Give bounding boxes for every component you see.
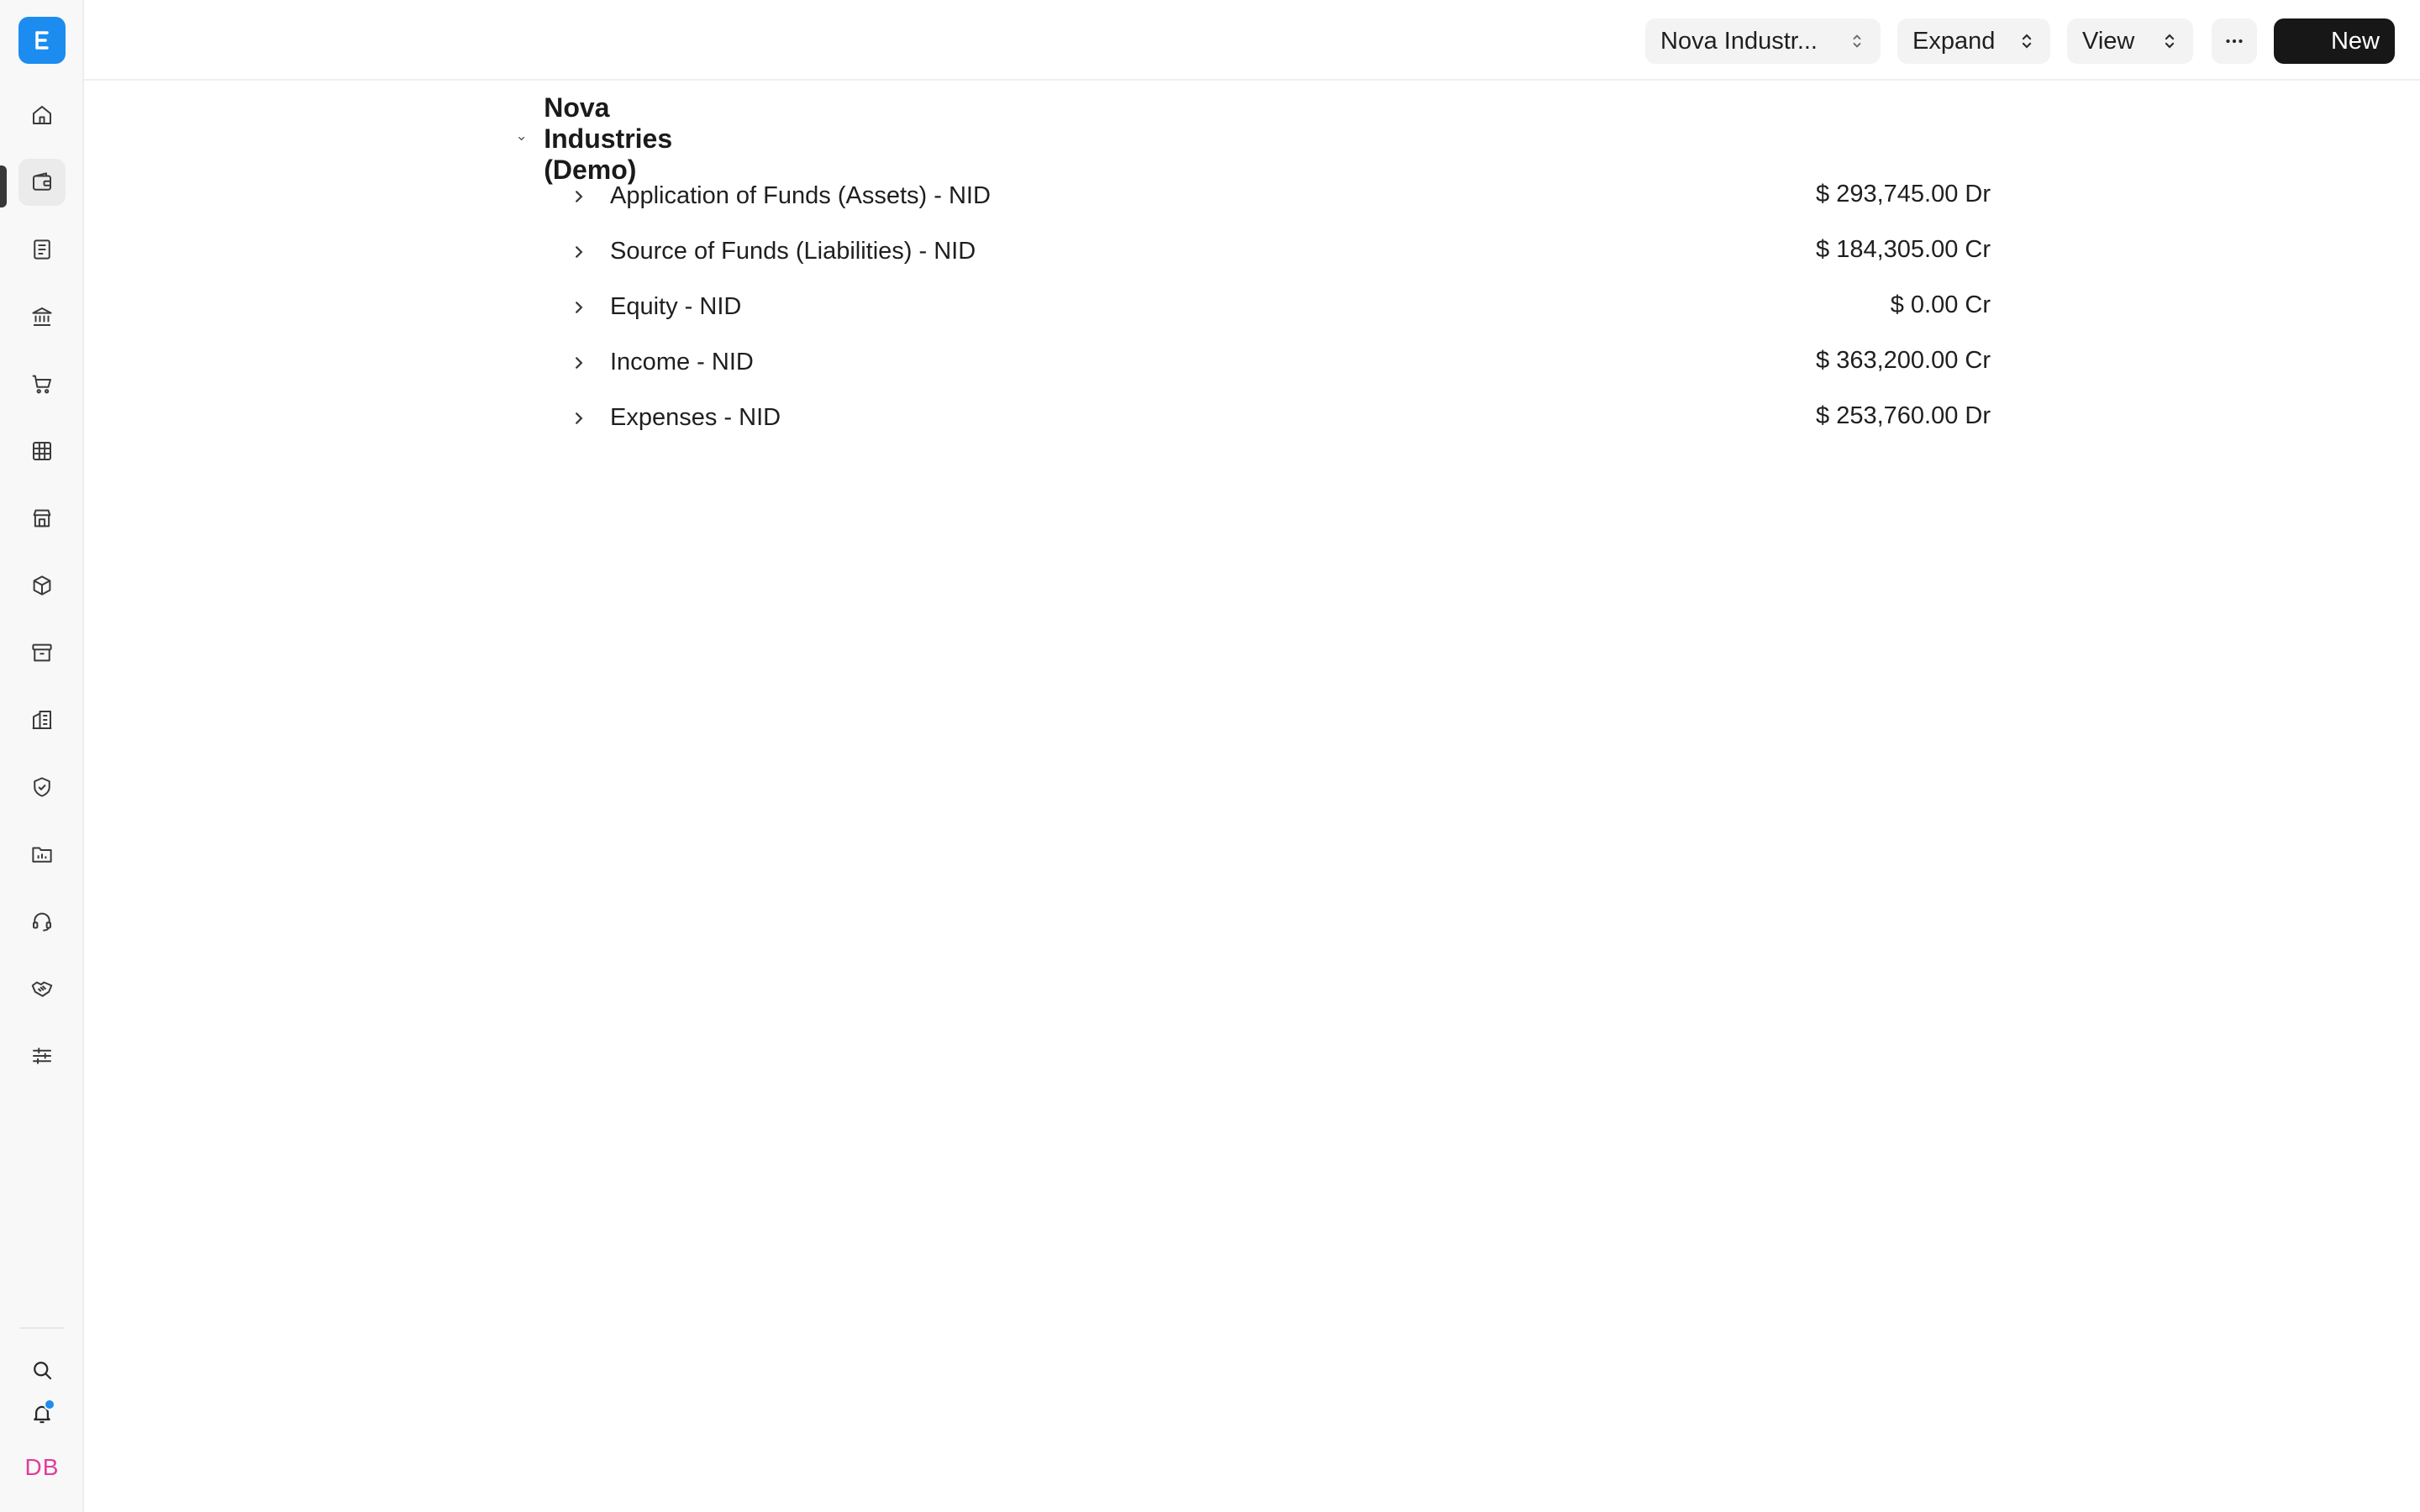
sidebar-item-projects[interactable] [18,831,66,878]
wallet-icon [33,172,51,191]
chevron-right-icon[interactable] [565,238,593,266]
sidebar-item-assets[interactable] [18,629,66,676]
view-button[interactable]: View [2067,18,2193,64]
document-icon [34,239,50,260]
account-name[interactable]: Income - NID [610,349,754,376]
sidebar: DB [0,0,84,1512]
store-icon [33,509,51,528]
headset-icon [33,912,51,932]
ellipsis-icon [2226,39,2243,44]
home-icon [33,106,51,124]
avatar[interactable]: DB [18,1446,66,1488]
handshake-icon [31,981,53,997]
bank-icon [32,307,52,326]
erpnext-logo-icon[interactable] [18,17,66,64]
shield-check-icon [34,777,50,797]
account-name[interactable]: Source of Funds (Liabilities) - NID [610,238,976,265]
company-select-value: Nova Industr... [1660,27,1818,55]
account-balance: $ 184,305.00 Cr [1816,236,1991,263]
account-balance: $ 253,760.00 Dr [1816,402,1991,429]
sidebar-item-selling[interactable] [18,495,66,542]
tree-row-equity[interactable]: Equity - NID $ 0.00 Cr [565,286,1993,328]
account-name[interactable]: Application of Funds (Assets) - NID [610,182,991,210]
sliders-icon [33,1047,51,1064]
expand-label: Expand [1912,27,1996,55]
sidebar-item-settings[interactable] [18,1032,66,1079]
sidebar-item-banking[interactable] [18,293,66,340]
chevron-down-icon[interactable] [514,123,529,154]
folder-chart-icon [32,847,52,863]
chevron-right-icon[interactable] [565,182,593,211]
chevron-right-icon[interactable] [565,293,593,322]
avatar-initials: DB [24,1454,60,1480]
sidebar-item-accounting[interactable] [18,159,66,206]
notification-badge [44,1399,55,1410]
search-button[interactable] [25,1353,59,1387]
account-name[interactable]: Equity - NID [610,293,741,321]
app-root: DB Nova Industr... Expand View New Nova … [0,0,2420,1512]
more-actions-button[interactable] [2212,18,2257,64]
chevron-up-down-icon [2165,34,2175,49]
cart-icon [32,375,51,394]
new-label: New [2330,27,2380,55]
package-icon [33,575,51,596]
chevron-right-icon[interactable] [565,349,593,377]
account-balance: $ 363,200.00 Cr [1816,347,1991,374]
sidebar-item-documents[interactable] [18,226,66,273]
sidebar-item-reports[interactable] [18,428,66,475]
view-label: View [2082,27,2135,55]
sidebar-item-buying[interactable] [18,360,66,407]
tree-row-assets[interactable]: Application of Funds (Assets) - NID $ 29… [565,176,1993,218]
chevron-right-icon[interactable] [565,404,593,433]
sidebar-item-quality[interactable] [18,764,66,811]
tree-row-liabilities[interactable]: Source of Funds (Liabilities) - NID $ 18… [565,231,1993,273]
account-balance: $ 293,745.00 Dr [1816,181,1991,207]
sidebar-item-stock[interactable] [18,562,66,609]
sidebar-item-home[interactable] [18,92,66,139]
expand-button[interactable]: Expand [1897,18,2050,64]
chevron-up-down-icon [2022,34,2032,49]
tree-root-label[interactable]: Nova Industries (Demo) [544,92,688,186]
top-toolbar: Nova Industr... Expand View New [84,0,2420,81]
search-icon [34,1362,52,1380]
sidebar-divider [20,1327,64,1329]
archive-icon [32,643,52,662]
tree-row-expenses[interactable]: Expenses - NID $ 253,760.00 Dr [565,397,1993,439]
account-balance: $ 0.00 Cr [1890,291,1991,318]
tree-root-row[interactable]: Nova Industries (Demo) [514,92,688,185]
building-icon [32,711,52,729]
chevron-up-down-icon [1853,34,1861,48]
tree-row-income[interactable]: Income - NID $ 363,200.00 Cr [565,342,1993,384]
notifications-button[interactable] [25,1397,59,1431]
active-nav-indicator [0,165,7,207]
company-select[interactable]: Nova Industr... [1645,18,1881,64]
sidebar-item-manufacturing[interactable] [18,696,66,743]
new-button[interactable]: New [2274,18,2395,64]
sidebar-item-support[interactable] [18,898,66,945]
sidebar-item-crm[interactable] [18,965,66,1012]
account-name[interactable]: Expenses - NID [610,404,781,432]
table-icon [33,442,51,460]
